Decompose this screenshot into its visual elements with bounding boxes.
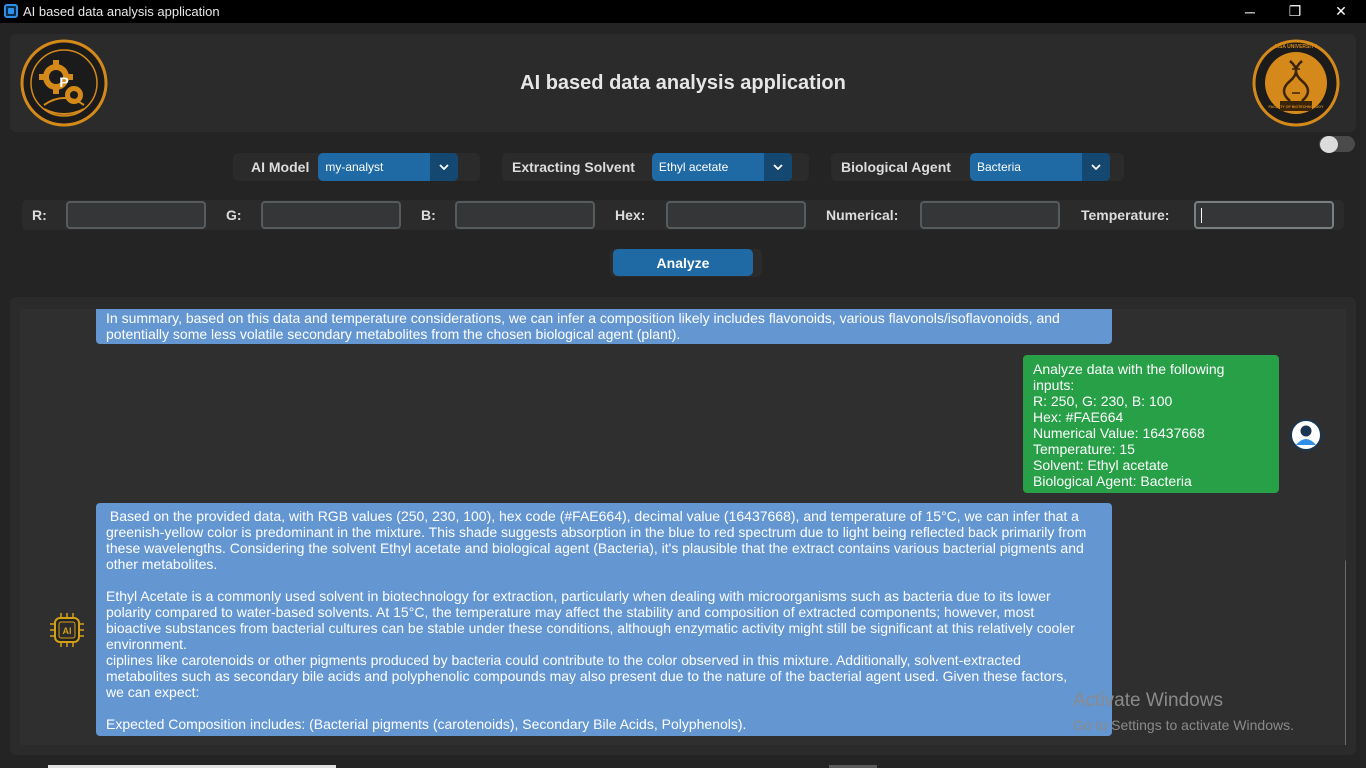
maximize-button[interactable]: ❐ <box>1272 0 1318 23</box>
ai-message-bubble: In summary, based on this data and tempe… <box>96 309 1112 344</box>
toggle-knob <box>1320 136 1338 153</box>
window-titlebar: AI based data analysis application ─ ❐ ✕ <box>0 0 1366 23</box>
msa-university-logo: MSA UNIVERSITY FACULTY OF BIOTECHNOLOGY <box>1252 39 1340 127</box>
temperature-input[interactable] <box>1194 201 1334 229</box>
analyze-button-frame: Analyze <box>610 249 762 277</box>
chevron-down-icon[interactable] <box>763 153 792 181</box>
ai-message-bubble: Based on the provided data, with RGB val… <box>96 503 1112 736</box>
app-header: P AI based data analysis application MSA… <box>10 34 1356 132</box>
g-label: G: <box>226 207 242 223</box>
solvent-value: Ethyl acetate <box>658 160 729 174</box>
b-label: B: <box>421 207 436 223</box>
biological-agent-selector: Biological Agent Bacteria <box>831 153 1124 181</box>
solvent-selector: Extracting Solvent Ethyl acetate <box>502 153 809 181</box>
watermark-subtitle: Go to Settings to activate Windows. <box>1073 717 1294 733</box>
temperature-label: Temperature: <box>1081 207 1170 223</box>
minimize-icon: ─ <box>1245 3 1255 20</box>
numerical-label: Numerical: <box>826 207 899 223</box>
solvent-dropdown[interactable]: Ethyl acetate <box>651 153 792 181</box>
ai-model-label: AI Model <box>251 159 310 175</box>
close-button[interactable]: ✕ <box>1318 0 1364 23</box>
page-title: AI based data analysis application <box>520 72 846 94</box>
chat-panel: In summary, based on this data and tempe… <box>10 297 1356 755</box>
message-text: Analyze data with the following inputs: … <box>1033 361 1225 489</box>
chevron-down-icon[interactable] <box>1081 153 1110 181</box>
window-title: AI based data analysis application <box>23 4 220 19</box>
biological-agent-dropdown[interactable]: Bacteria <box>969 153 1110 181</box>
chevron-down-icon[interactable] <box>430 153 459 181</box>
chat-scrollbar[interactable] <box>1345 559 1346 745</box>
analyze-button[interactable]: Analyze <box>613 249 753 276</box>
user-avatar-icon <box>1290 419 1322 451</box>
user-message-bubble: Analyze data with the following inputs: … <box>1023 355 1279 493</box>
watermark-title: Activate Windows <box>1073 690 1223 711</box>
ai-chip-label: AI <box>63 626 72 636</box>
minimize-button[interactable]: ─ <box>1227 0 1273 23</box>
ai-model-value: my-analyst <box>325 160 384 174</box>
ai-model-selector: AI Model my-analyst <box>233 153 480 181</box>
ai-chip-icon: AI <box>50 613 84 647</box>
biological-agent-label: Biological Agent <box>841 159 951 175</box>
g-input[interactable] <box>261 201 401 229</box>
biological-agent-value: Bacteria <box>976 160 1021 174</box>
close-icon: ✕ <box>1335 3 1347 19</box>
ai-model-dropdown[interactable]: my-analyst <box>318 153 459 181</box>
b-input[interactable] <box>455 201 595 229</box>
numerical-input[interactable] <box>920 201 1060 229</box>
r-label: R: <box>32 207 47 223</box>
theme-toggle-switch[interactable] <box>1319 136 1355 153</box>
chat-scroll-area[interactable]: In summary, based on this data and tempe… <box>20 309 1346 745</box>
r-input[interactable] <box>66 201 206 229</box>
message-text: Based on the provided data, with RGB val… <box>106 508 1087 732</box>
message-text: In summary, based on this data and tempe… <box>106 310 1060 342</box>
hex-input[interactable] <box>666 201 806 229</box>
color-inputs-row: R: G: B: Hex: Numerical: Temperature: <box>22 200 1344 230</box>
activation-watermark: Activate Windows Go to Settings to activ… <box>1073 690 1294 733</box>
logo-ring-text: MSA UNIVERSITY <box>1275 44 1318 50</box>
hex-label: Hex: <box>615 207 646 223</box>
logo-caption: FACULTY OF BIOTECHNOLOGY <box>1269 105 1325 109</box>
restore-icon: ❐ <box>1288 3 1302 19</box>
solvent-label: Extracting Solvent <box>512 159 635 175</box>
text-caret <box>1201 208 1202 223</box>
app-icon <box>4 4 18 18</box>
